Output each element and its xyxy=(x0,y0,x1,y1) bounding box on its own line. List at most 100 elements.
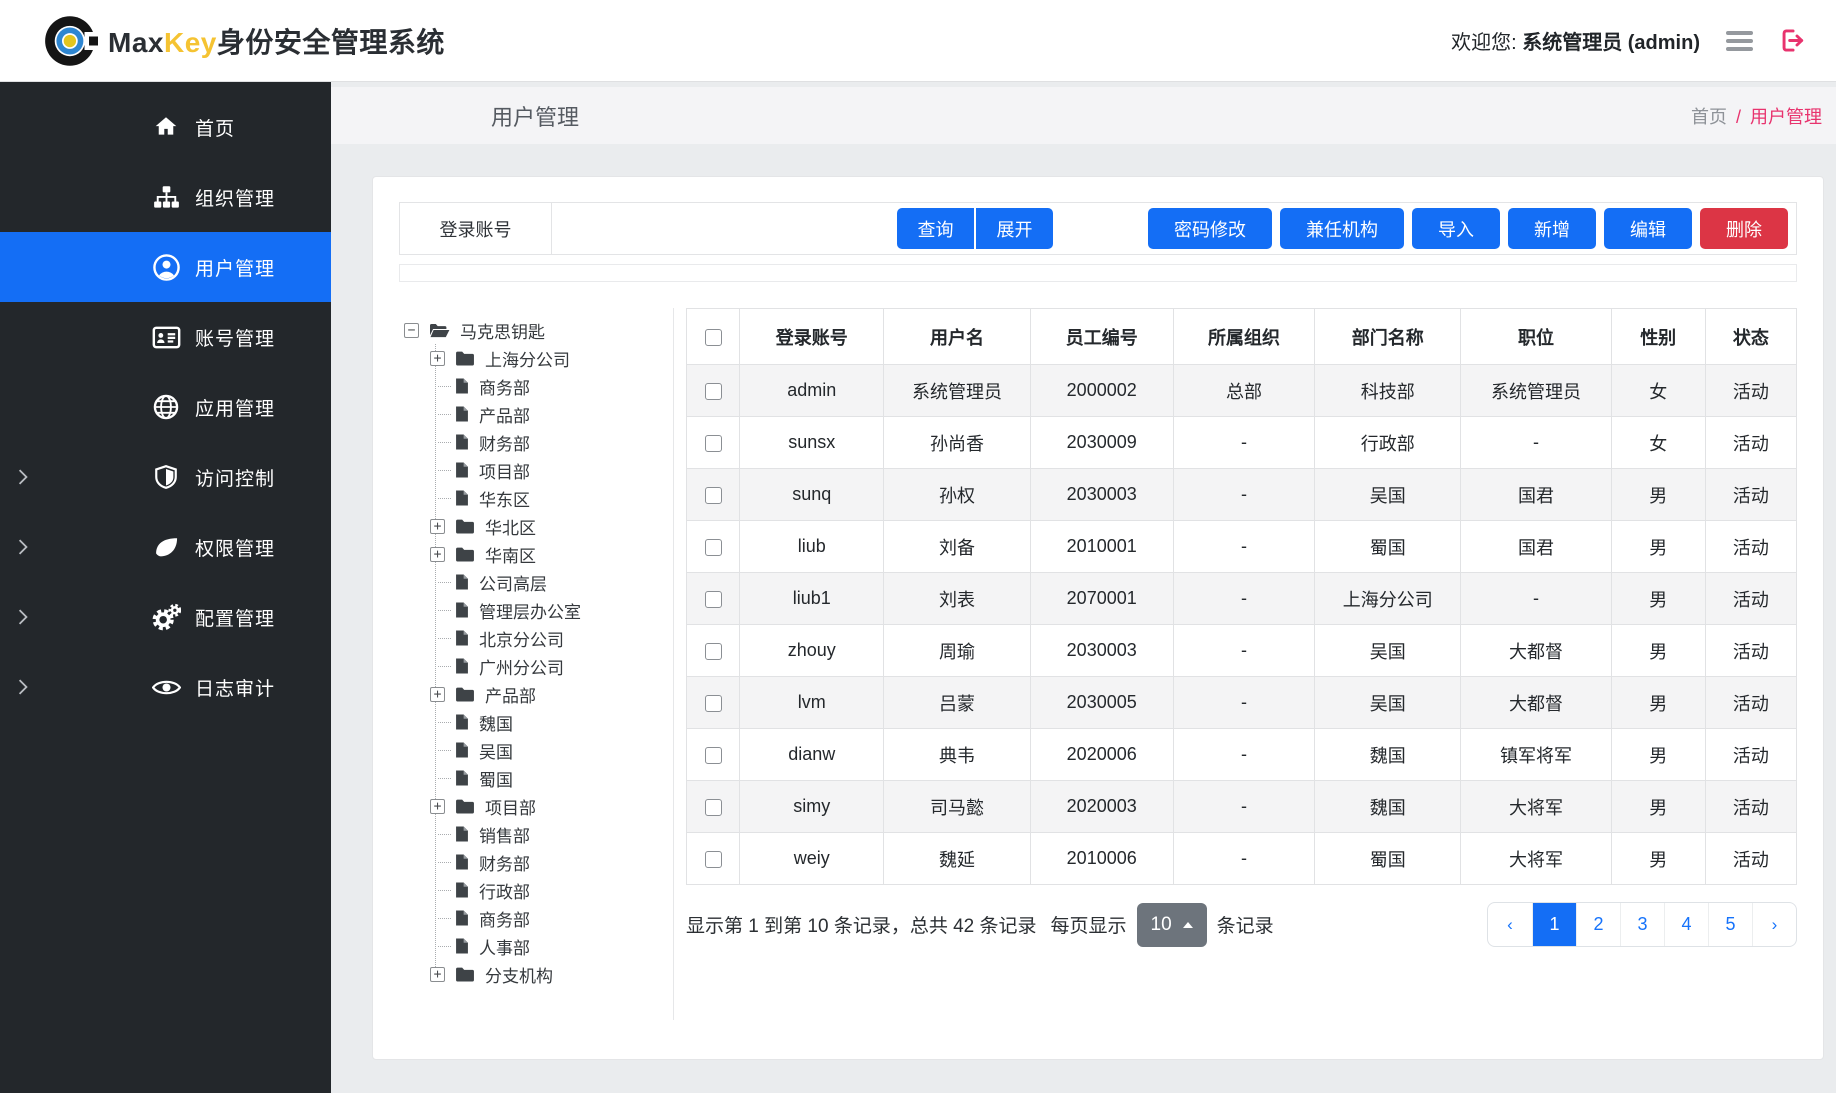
home-icon xyxy=(150,114,182,140)
login-account-input[interactable] xyxy=(552,203,897,254)
query-button[interactable]: 查询 xyxy=(897,208,974,249)
tree-node[interactable]: 人事部 xyxy=(401,932,673,960)
column-header[interactable]: 职位 xyxy=(1461,309,1611,365)
tree-node[interactable]: +华南区 xyxy=(401,540,673,568)
select-all-checkbox[interactable] xyxy=(705,329,722,346)
page-button-1[interactable]: 1 xyxy=(1532,903,1576,946)
row-checkbox[interactable] xyxy=(705,695,722,712)
tree-node[interactable]: 销售部 xyxy=(401,820,673,848)
sidebar-item-home[interactable]: 首页 xyxy=(0,92,331,162)
sidebar-item-access[interactable]: 访问控制 xyxy=(0,442,331,512)
row-checkbox[interactable] xyxy=(705,539,722,556)
tree-toggle-plus[interactable]: + xyxy=(430,687,445,702)
table-row[interactable]: weiy魏延2010006-蜀国大将军男活动 xyxy=(687,833,1797,885)
row-checkbox[interactable] xyxy=(705,435,722,452)
tree-node[interactable]: +华北区 xyxy=(401,512,673,540)
table-cell: 国君 xyxy=(1461,521,1611,573)
tree-node[interactable]: 行政部 xyxy=(401,876,673,904)
tree-node[interactable]: 财务部 xyxy=(401,428,673,456)
table-row[interactable]: lvm吕蒙2030005-吴国大都督男活动 xyxy=(687,677,1797,729)
file-icon xyxy=(455,405,469,423)
delete-button[interactable]: 删除 xyxy=(1700,208,1788,249)
column-header[interactable]: 性别 xyxy=(1611,309,1705,365)
page-button-2[interactable]: 2 xyxy=(1576,903,1620,946)
tree-node[interactable]: −马克思钥匙 xyxy=(401,316,673,344)
page-button-3[interactable]: 3 xyxy=(1620,903,1664,946)
page-size-dropdown[interactable]: 10 xyxy=(1137,903,1207,947)
expand-button[interactable]: 展开 xyxy=(976,208,1053,249)
page-button-5[interactable]: 5 xyxy=(1708,903,1752,946)
sidebar-item-app[interactable]: 应用管理 xyxy=(0,372,331,442)
tree-node[interactable]: 财务部 xyxy=(401,848,673,876)
table-row[interactable]: admin系统管理员2000002总部科技部系统管理员女活动 xyxy=(687,365,1797,417)
user-table: 登录账号用户名员工编号所属组织部门名称职位性别状态 admin系统管理员2000… xyxy=(686,308,1797,885)
menu-toggle-icon[interactable] xyxy=(1726,31,1753,51)
tree-node[interactable]: 管理层办公室 xyxy=(401,596,673,624)
tree-toggle-plus[interactable]: + xyxy=(430,799,445,814)
tree-node[interactable]: 产品部 xyxy=(401,400,673,428)
tree-toggle-plus[interactable]: + xyxy=(430,519,445,534)
sidebar-item-audit[interactable]: 日志审计 xyxy=(0,652,331,722)
tree-node[interactable]: 项目部 xyxy=(401,456,673,484)
adjunct-org-button[interactable]: 兼任机构 xyxy=(1280,208,1404,249)
table-cell: weiy xyxy=(740,833,884,885)
tree-node[interactable]: 蜀国 xyxy=(401,764,673,792)
table-cell: 总部 xyxy=(1173,365,1314,417)
row-checkbox[interactable] xyxy=(705,799,722,816)
table-row[interactable]: liub1刘表2070001-上海分公司-男活动 xyxy=(687,573,1797,625)
row-checkbox[interactable] xyxy=(705,383,722,400)
sidebar-nav: 首页组织管理用户管理账号管理应用管理访问控制权限管理配置管理日志审计 xyxy=(0,82,331,1093)
edit-button[interactable]: 编辑 xyxy=(1604,208,1692,249)
tree-toggle-plus[interactable]: + xyxy=(430,547,445,562)
tree-node[interactable]: +产品部 xyxy=(401,680,673,708)
tree-node[interactable]: 公司高层 xyxy=(401,568,673,596)
column-header[interactable]: 部门名称 xyxy=(1315,309,1461,365)
column-header[interactable]: 所属组织 xyxy=(1173,309,1314,365)
table-row[interactable]: zhouy周瑜2030003-吴国大都督男活动 xyxy=(687,625,1797,677)
tree-toggle-minus[interactable]: − xyxy=(404,323,419,338)
next-page-button[interactable]: › xyxy=(1752,903,1796,946)
tree-node[interactable]: 吴国 xyxy=(401,736,673,764)
tree-node[interactable]: 商务部 xyxy=(401,372,673,400)
table-row[interactable]: liub刘备2010001-蜀国国君男活动 xyxy=(687,521,1797,573)
sidebar-item-user[interactable]: 用户管理 xyxy=(0,232,331,302)
tree-node[interactable]: 商务部 xyxy=(401,904,673,932)
sidebar-item-config[interactable]: 配置管理 xyxy=(0,582,331,652)
prev-page-button[interactable]: ‹ xyxy=(1488,903,1532,946)
table-row[interactable]: sunsx孙尚香2030009-行政部-女活动 xyxy=(687,417,1797,469)
column-header[interactable]: 用户名 xyxy=(884,309,1030,365)
logout-icon[interactable] xyxy=(1779,27,1806,54)
sidebar-item-account[interactable]: 账号管理 xyxy=(0,302,331,372)
import-button[interactable]: 导入 xyxy=(1412,208,1500,249)
tree-node[interactable]: 魏国 xyxy=(401,708,673,736)
table-row[interactable]: dianw典韦2020006-魏国镇军将军男活动 xyxy=(687,729,1797,781)
action-button-group: 密码修改兼任机构导入新增编辑删除 xyxy=(1148,208,1788,249)
tree-node[interactable]: 广州分公司 xyxy=(401,652,673,680)
tree-node[interactable]: +项目部 xyxy=(401,792,673,820)
row-checkbox[interactable] xyxy=(705,643,722,660)
row-checkbox[interactable] xyxy=(705,591,722,608)
breadcrumb-home-link[interactable]: 首页 xyxy=(1691,107,1727,127)
tree-node[interactable]: 北京分公司 xyxy=(401,624,673,652)
table-row[interactable]: sunq孙权2030003-吴国国君男活动 xyxy=(687,469,1797,521)
row-checkbox[interactable] xyxy=(705,851,722,868)
column-header[interactable]: 状态 xyxy=(1705,309,1796,365)
sidebar-item-org[interactable]: 组织管理 xyxy=(0,162,331,232)
table-row[interactable]: simy司马懿2020003-魏国大将军男活动 xyxy=(687,781,1797,833)
row-checkbox[interactable] xyxy=(705,747,722,764)
column-header[interactable]: 员工编号 xyxy=(1030,309,1173,365)
tree-node[interactable]: 华东区 xyxy=(401,484,673,512)
table-cell: 吴国 xyxy=(1315,677,1461,729)
change-password-button[interactable]: 密码修改 xyxy=(1148,208,1272,249)
tree-toggle-plus[interactable]: + xyxy=(430,351,445,366)
tree-toggle-plus[interactable]: + xyxy=(430,967,445,982)
row-checkbox[interactable] xyxy=(705,487,722,504)
add-button[interactable]: 新增 xyxy=(1508,208,1596,249)
page-button-4[interactable]: 4 xyxy=(1664,903,1708,946)
file-icon xyxy=(455,881,469,899)
tree-node[interactable]: +分支机构 xyxy=(401,960,673,988)
table-cell: 活动 xyxy=(1705,729,1796,781)
column-header[interactable]: 登录账号 xyxy=(740,309,884,365)
tree-node[interactable]: +上海分公司 xyxy=(401,344,673,372)
sidebar-item-perm[interactable]: 权限管理 xyxy=(0,512,331,582)
